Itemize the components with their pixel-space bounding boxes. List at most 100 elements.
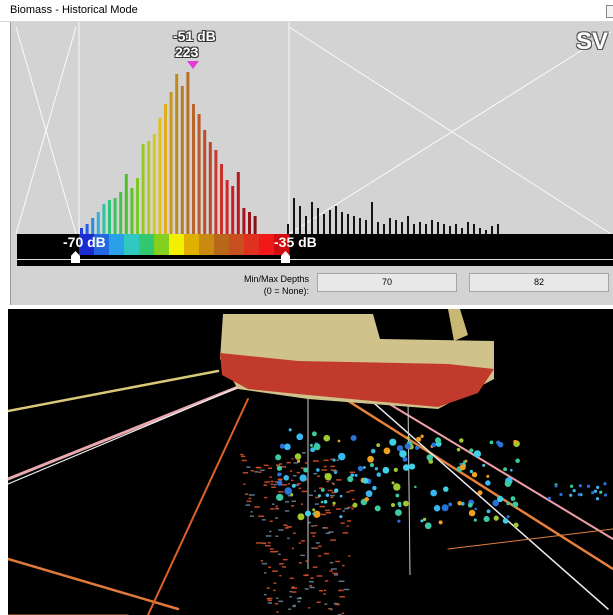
fish-echo — [349, 471, 356, 474]
histogram-bar-dark — [473, 224, 475, 234]
fish-echo — [324, 552, 330, 555]
colorbar-segment — [109, 234, 125, 255]
fish-echo — [269, 520, 273, 522]
single-target — [474, 507, 477, 511]
histogram-bar-dark — [335, 206, 337, 234]
sonar-beam — [8, 378, 259, 485]
single-target — [497, 495, 504, 503]
single-target — [457, 501, 462, 506]
peak-marker-icon[interactable] — [187, 61, 199, 69]
window-control-button[interactable] — [606, 5, 613, 18]
sonar-3d-view[interactable] — [8, 309, 613, 615]
fish-echo — [291, 591, 297, 593]
single-target — [406, 436, 410, 440]
fish-echo — [269, 476, 272, 478]
fish-echo — [289, 596, 293, 598]
single-target — [486, 474, 490, 478]
histogram-bar — [248, 212, 251, 234]
fish-echo — [256, 466, 262, 469]
fish-echo — [330, 539, 336, 541]
single-target — [337, 452, 346, 461]
histogram-bar-dark — [377, 222, 379, 234]
fish-echo — [291, 458, 294, 460]
histogram-chart — [15, 22, 613, 266]
fish-echo — [271, 503, 275, 505]
fish-echo — [311, 525, 315, 527]
colorbar-segment — [169, 234, 185, 255]
fish-echo — [246, 466, 251, 468]
single-target — [469, 469, 473, 474]
fish-echo — [330, 568, 337, 570]
min-depth-field[interactable]: 70 — [317, 273, 457, 292]
single-target — [320, 500, 324, 504]
histogram-bar-dark — [437, 222, 439, 234]
single-target — [433, 505, 441, 512]
histogram-bar-dark — [323, 214, 325, 234]
window-titlebar: Biomass - Historical Mode — [0, 0, 613, 22]
fish-echo — [298, 542, 302, 544]
single-target — [363, 466, 366, 469]
single-target — [276, 480, 283, 486]
fish-echo — [244, 493, 249, 495]
fish-echo — [278, 478, 281, 481]
fish-echo — [256, 542, 262, 544]
histogram-bar — [164, 104, 167, 234]
fish-echo — [263, 542, 266, 545]
fish-echo — [330, 465, 335, 468]
single-target — [276, 465, 283, 471]
single-target — [578, 484, 583, 488]
guide-line — [288, 26, 612, 235]
fish-echo — [260, 469, 265, 472]
histogram-bar-dark — [485, 230, 487, 234]
single-target — [320, 488, 325, 492]
histogram-bar — [175, 74, 179, 234]
range-slider-track[interactable] — [17, 259, 613, 260]
fish-echo — [351, 498, 355, 501]
histogram-bar-dark — [497, 224, 499, 234]
histogram-bar-dark — [353, 216, 355, 234]
fish-echo — [273, 589, 276, 592]
single-target — [569, 493, 573, 497]
fish-echo — [258, 471, 262, 473]
fish-echo — [267, 541, 271, 544]
colorbar-segment — [214, 234, 230, 255]
fish-echo — [330, 496, 334, 499]
fish-echo — [351, 507, 354, 510]
fish-echo — [313, 472, 318, 475]
single-target — [415, 445, 420, 450]
fish-echo — [325, 532, 331, 535]
fish-echo — [279, 574, 282, 577]
sonar-beam — [357, 388, 609, 610]
max-depth-field[interactable]: 82 — [469, 273, 609, 292]
single-target — [477, 490, 483, 496]
fish-echo — [254, 471, 259, 473]
single-target — [296, 459, 301, 463]
single-target — [324, 472, 332, 481]
fish-echo — [346, 491, 351, 493]
fish-echo — [314, 503, 319, 505]
range-min-label: -70 dB — [63, 234, 106, 250]
histogram-bar — [197, 114, 201, 234]
sonar-beam — [8, 377, 260, 481]
fish-echo — [279, 563, 284, 565]
single-target — [603, 482, 607, 486]
single-target — [354, 473, 358, 477]
histogram-bar — [203, 130, 207, 234]
fish-echo — [347, 520, 352, 522]
single-target — [547, 496, 551, 501]
single-target — [376, 472, 381, 477]
single-target — [468, 509, 476, 517]
fish-echo — [264, 545, 271, 547]
histogram-bar — [141, 144, 145, 234]
fish-echo — [318, 545, 322, 548]
fish-echo — [301, 540, 305, 542]
depth-label: Min/Max Depths (0 = None): — [211, 273, 309, 297]
fish-echo — [254, 506, 260, 508]
fish-echo — [282, 566, 286, 568]
fish-echo — [291, 586, 295, 588]
single-target — [586, 484, 591, 488]
fish-echo — [296, 483, 301, 485]
single-target — [441, 504, 449, 512]
sonar-scene[interactable] — [8, 309, 613, 615]
fish-echo — [333, 574, 339, 576]
